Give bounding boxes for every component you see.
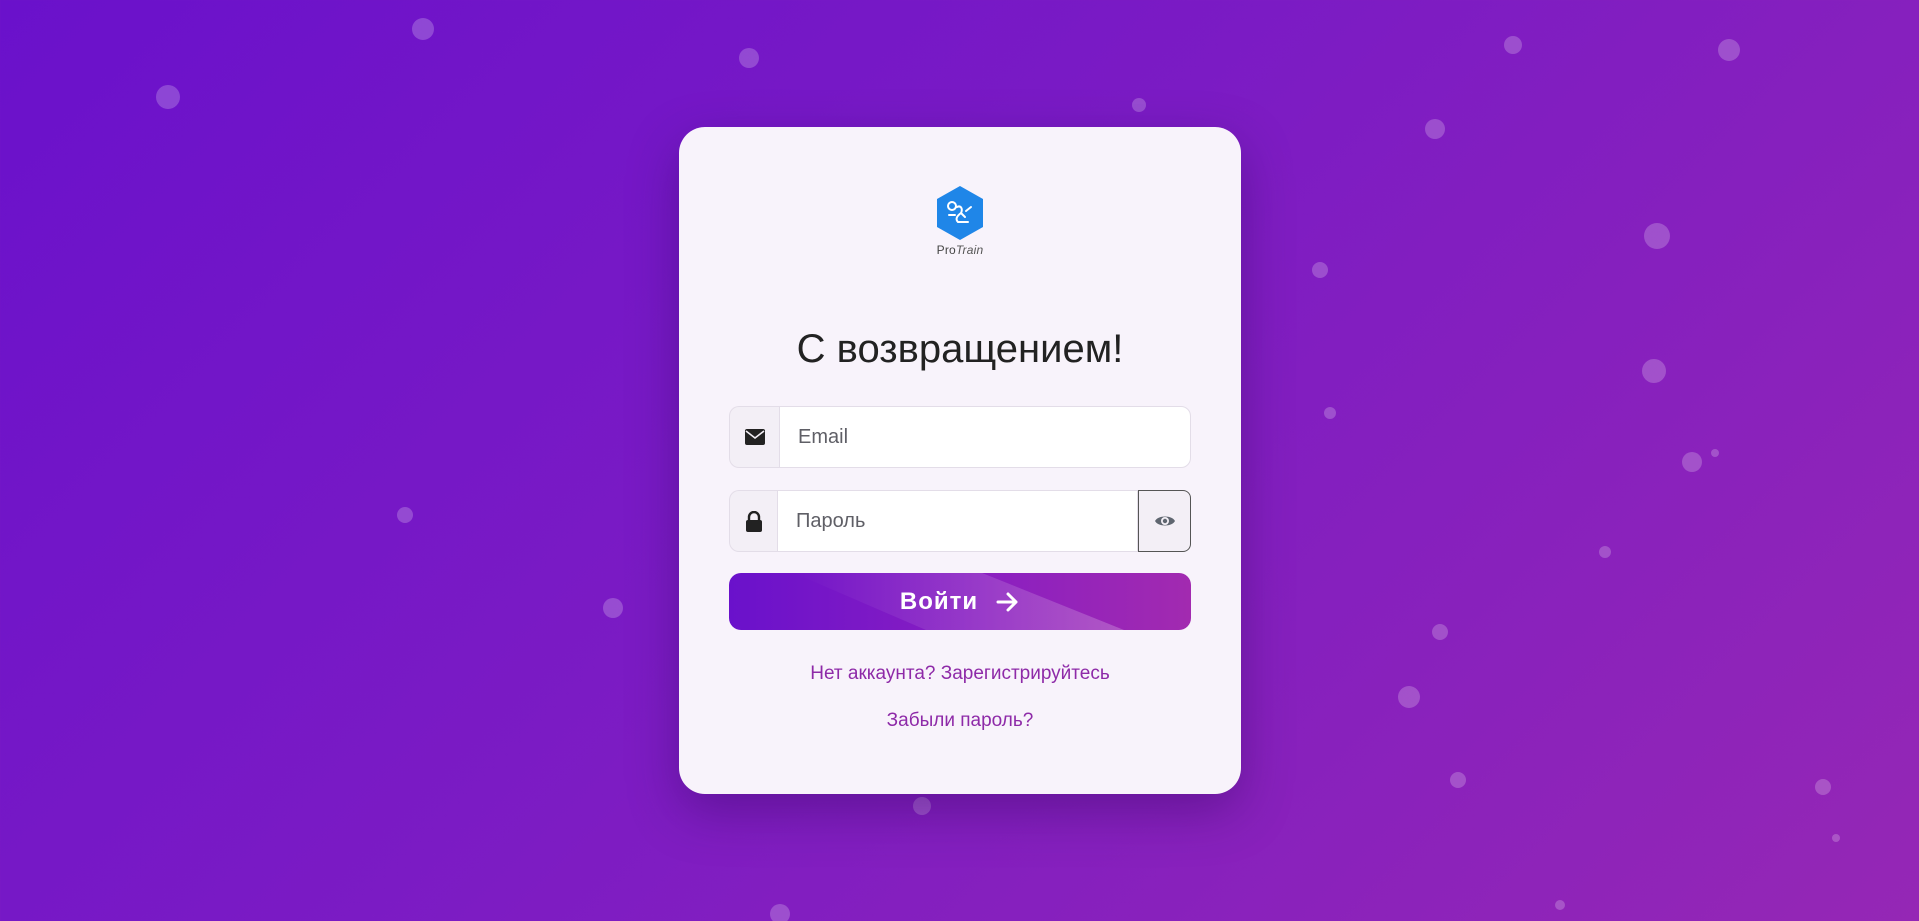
page-title: С возвращением! <box>796 327 1124 371</box>
bubble <box>412 18 434 40</box>
eye-icon <box>1154 516 1175 526</box>
brand-name: ProTrain <box>937 243 984 257</box>
brand-name-pro: Pro <box>936 243 956 257</box>
bubble <box>1504 36 1522 54</box>
bubble <box>1644 223 1670 249</box>
email-addon <box>729 406 779 468</box>
brand-logo: ProTrain <box>679 185 1241 257</box>
runner-hexagon-icon <box>937 186 983 240</box>
lock-icon <box>745 510 762 532</box>
arrow-right-icon <box>996 592 1018 611</box>
login-button-label: Войти <box>899 587 979 615</box>
bubble <box>1555 900 1565 910</box>
login-button[interactable]: Войти <box>729 573 1191 630</box>
bubble <box>1599 546 1611 558</box>
password-addon <box>729 490 777 552</box>
bubble <box>1711 449 1719 457</box>
brand-name-train: Train <box>955 243 984 257</box>
bubble <box>603 598 623 618</box>
bubble <box>1312 262 1328 278</box>
bubble <box>770 904 790 921</box>
bubble <box>1450 772 1466 788</box>
bubble <box>913 797 931 815</box>
bubble <box>1642 359 1666 383</box>
bubble <box>1398 686 1420 708</box>
bubble <box>1718 39 1740 61</box>
bubble <box>1425 119 1445 139</box>
email-field-group <box>729 406 1191 468</box>
bubble <box>1324 407 1336 419</box>
toggle-password-visibility-button[interactable] <box>1138 490 1191 552</box>
login-card: ProTrain С возвращением! Email Войти Нет… <box>679 127 1241 794</box>
forgot-password-link[interactable]: Забыли пароль? <box>679 710 1241 732</box>
bubble <box>397 507 413 523</box>
register-link[interactable]: Нет аккаунта? Зарегистрируйтесь <box>679 663 1241 685</box>
password-input[interactable] <box>777 490 1138 552</box>
email-input[interactable] <box>779 406 1191 468</box>
bubble <box>1132 98 1146 112</box>
bubble <box>1832 834 1840 842</box>
bubble <box>739 48 759 68</box>
bubble <box>1432 624 1448 640</box>
bubble <box>156 85 180 109</box>
password-field-group <box>729 490 1191 552</box>
bubble <box>1682 452 1702 472</box>
bubble <box>1815 779 1831 795</box>
envelope-icon <box>744 429 765 445</box>
